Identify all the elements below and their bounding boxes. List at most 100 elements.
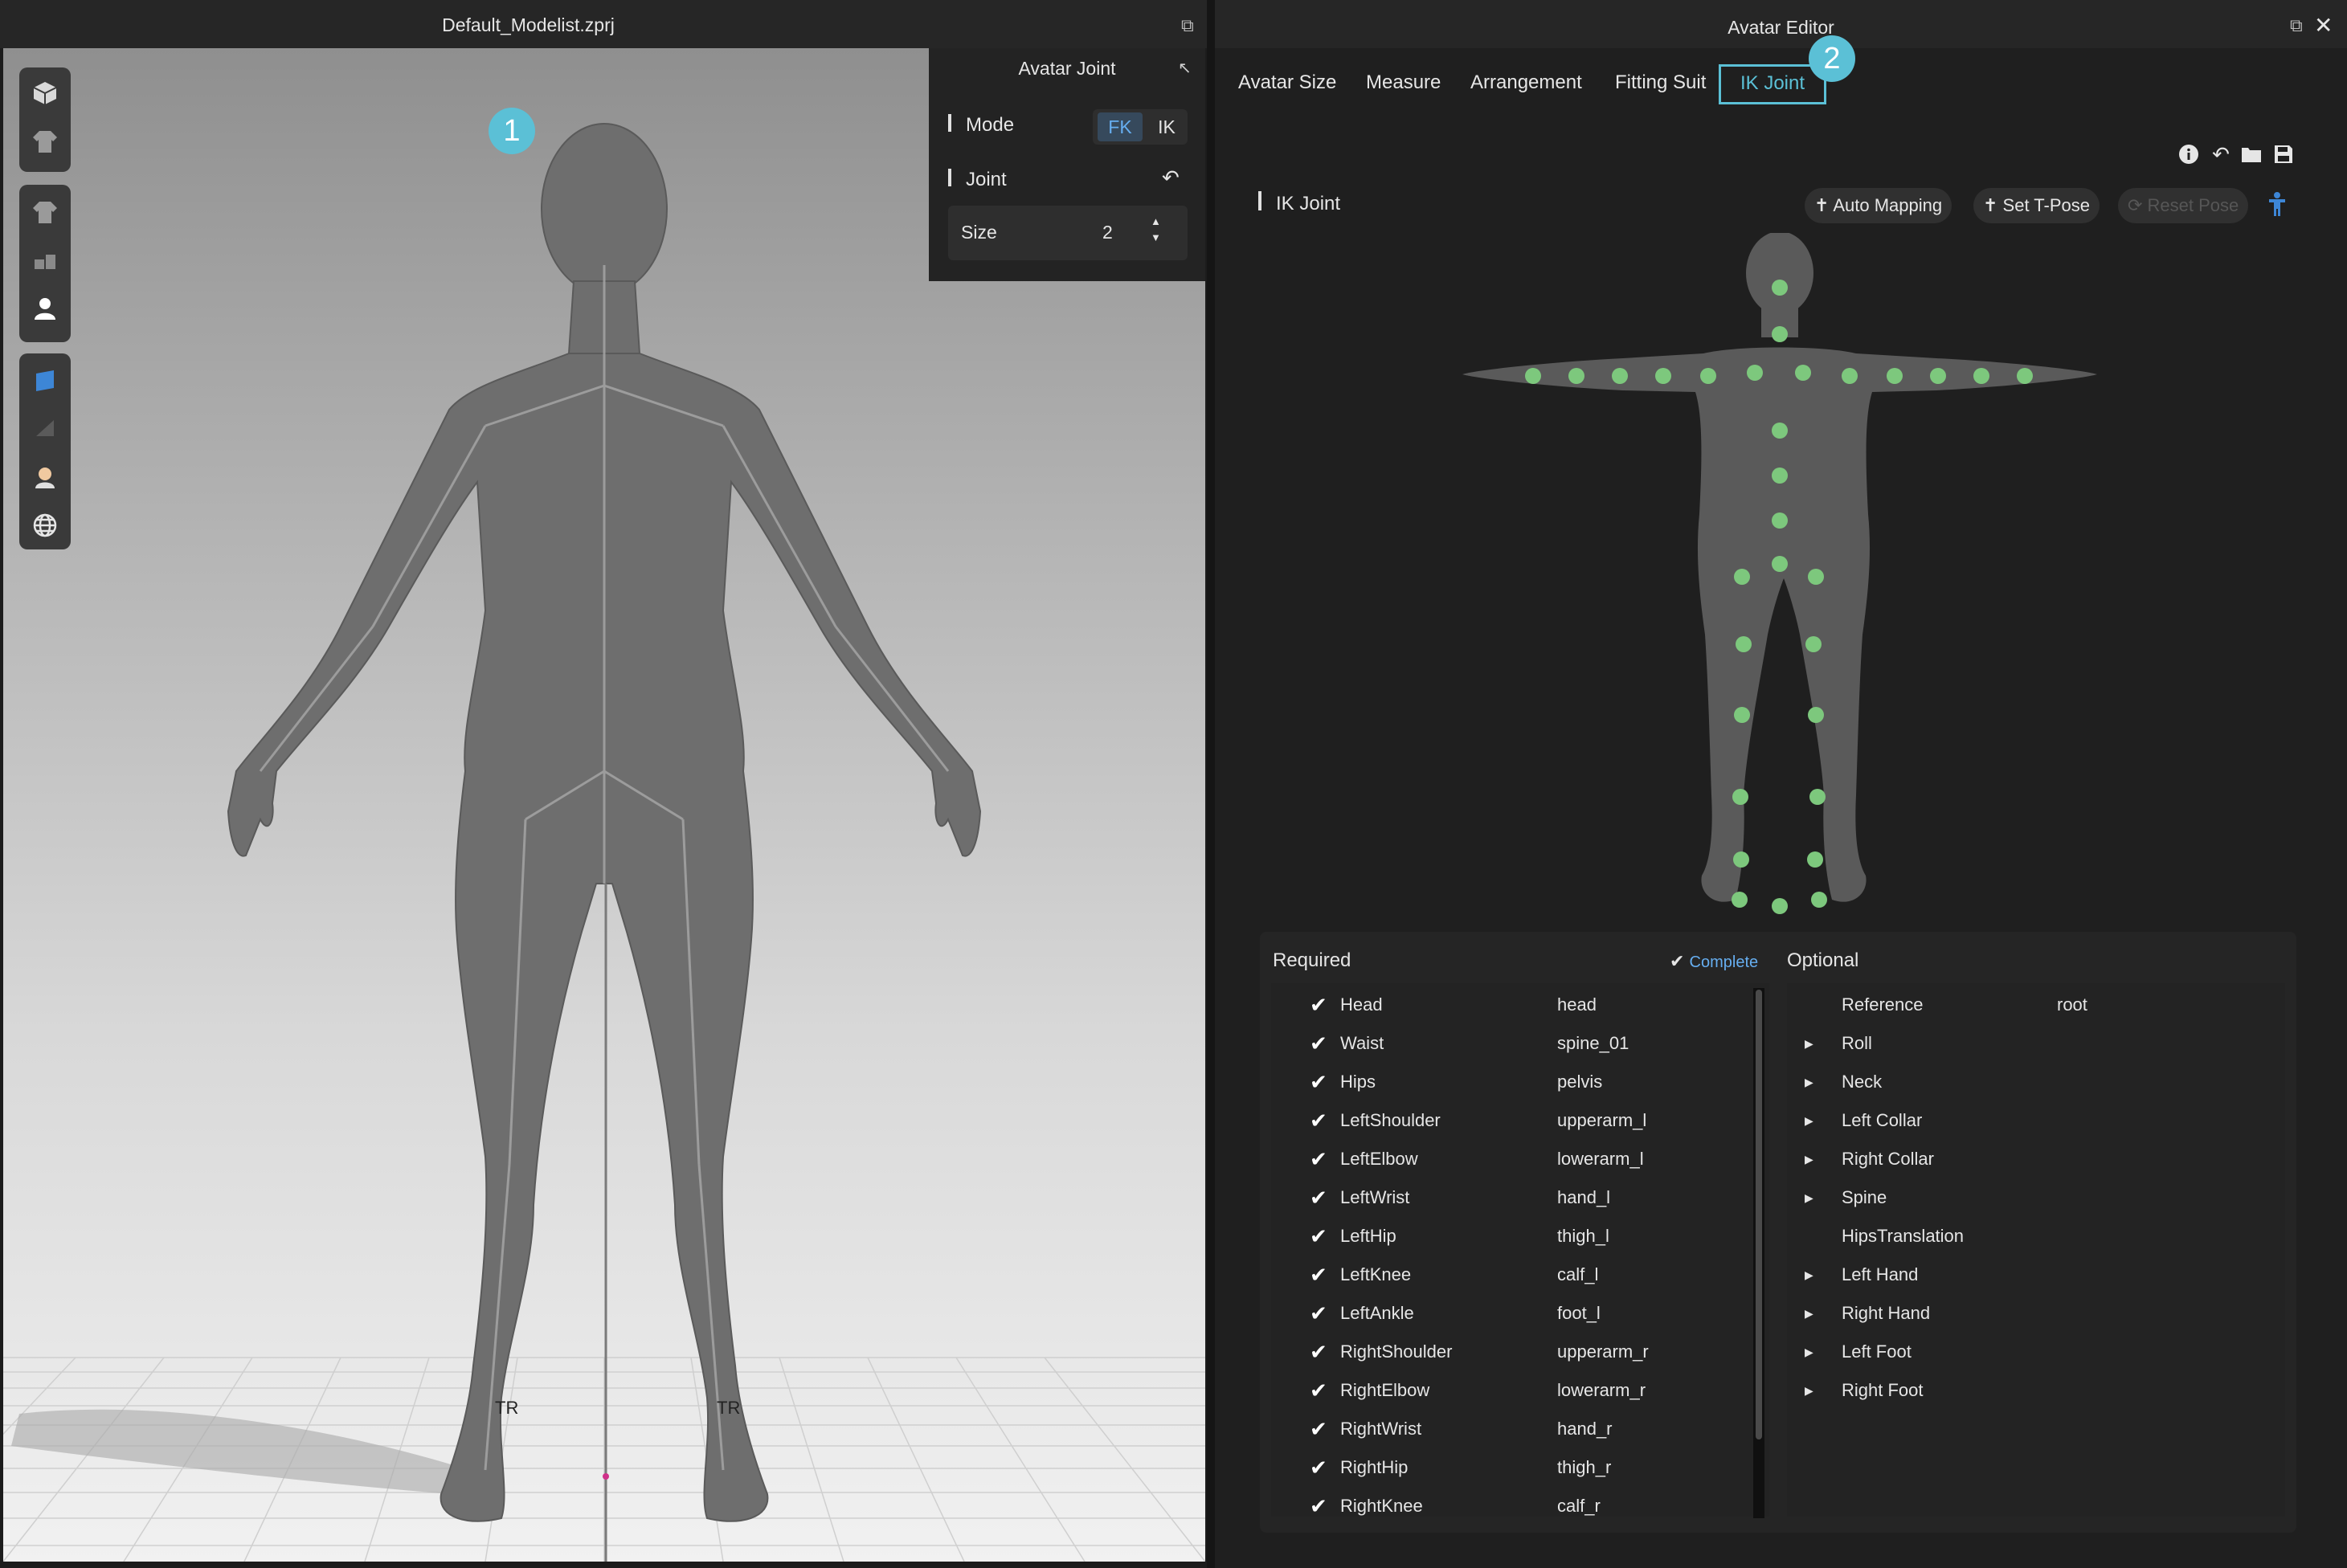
- save-icon[interactable]: [2272, 143, 2295, 165]
- tab-measure[interactable]: Measure: [1366, 64, 1441, 104]
- optional-title: Optional: [1787, 949, 1859, 971]
- texture-icon[interactable]: [27, 411, 63, 447]
- tab-arrangement[interactable]: Arrangement: [1470, 64, 1582, 104]
- check-icon: ✔: [1310, 1494, 1327, 1517]
- avatar-pose-icon[interactable]: [2267, 191, 2287, 221]
- joint-name: RightHip: [1340, 1457, 1409, 1477]
- auto-mapping-label: Auto Mapping: [1833, 195, 1943, 215]
- bone-name: hand_r: [1557, 1419, 1613, 1439]
- set-tpose-label: Set T-Pose: [2002, 195, 2090, 215]
- tool-group-bottom: [19, 353, 71, 549]
- avatar-joint-panel: Avatar Joint ↖ Mode FK IK Joint ↶ Size 2…: [929, 48, 1205, 281]
- right-foot-marker-label: TR: [717, 1398, 740, 1418]
- skin-icon[interactable]: [27, 459, 63, 495]
- check-icon: ✔: [1310, 1417, 1327, 1441]
- joint-name: Right Hand: [1842, 1303, 1931, 1323]
- joint-name: Right Foot: [1842, 1380, 1924, 1400]
- undo-icon[interactable]: ↶: [2210, 142, 2232, 166]
- folder-open-icon[interactable]: [2240, 143, 2263, 165]
- bone-name: thigh_r: [1557, 1457, 1612, 1477]
- tab-ik-joint[interactable]: IK Joint: [1719, 64, 1826, 104]
- avatar-editor-title: Avatar Editor: [1728, 17, 1834, 38]
- globe-icon[interactable]: [27, 508, 63, 543]
- root-marker: [603, 1473, 609, 1480]
- joint-name: RightShoulder: [1340, 1341, 1453, 1362]
- tool-group-middle: [19, 185, 71, 342]
- joint-name: HipsTranslation: [1842, 1226, 1965, 1246]
- joint-name: Waist: [1340, 1033, 1384, 1053]
- expand-arrow-icon[interactable]: ▶: [1805, 1371, 1813, 1410]
- expand-arrow-icon[interactable]: ▶: [1805, 1140, 1813, 1178]
- section-marker: [948, 169, 951, 186]
- close-icon[interactable]: ✕: [2314, 14, 2333, 37]
- expand-arrow-icon[interactable]: ▶: [1805, 1333, 1813, 1371]
- bone-name: root: [2057, 994, 2087, 1015]
- avatar-skeleton: [259, 265, 950, 1471]
- expand-arrow-icon[interactable]: ▶: [1805, 1256, 1813, 1294]
- modelist-title: Default_Modelist.zprj: [442, 14, 615, 35]
- joint-name: LeftHip: [1340, 1226, 1396, 1246]
- restore-window-icon[interactable]: ⧉: [2290, 17, 2303, 35]
- restore-window-icon[interactable]: ⧉: [1181, 17, 1199, 35]
- shirt-icon[interactable]: [27, 194, 63, 230]
- reset-pose-label: Reset Pose: [2147, 195, 2239, 215]
- size-spinner[interactable]: ▲ ▼: [1151, 214, 1161, 246]
- joint-name: RightKnee: [1340, 1496, 1423, 1516]
- bone-name: calf_l: [1557, 1264, 1599, 1284]
- section-marker: [1258, 191, 1261, 210]
- reset-joint-icon[interactable]: ↶: [1162, 165, 1180, 190]
- cube-view-icon[interactable]: [27, 76, 63, 111]
- info-icon[interactable]: [2177, 143, 2200, 165]
- avatar-joint-title: Avatar Joint: [1018, 58, 1116, 79]
- check-icon: ✔: [1310, 1224, 1327, 1248]
- check-icon: ✔: [1310, 1031, 1327, 1056]
- joint-name: RightWrist: [1340, 1419, 1422, 1439]
- check-icon: ✔: [1310, 1263, 1327, 1287]
- joint-name: RightElbow: [1340, 1380, 1430, 1400]
- garment-view-icon[interactable]: [27, 124, 63, 159]
- expand-arrow-icon[interactable]: ▶: [1805, 1101, 1813, 1140]
- ik-joint-map[interactable]: [1462, 231, 2097, 924]
- scrollbar-thumb[interactable]: [1756, 990, 1762, 1439]
- joint-name: LeftKnee: [1340, 1264, 1412, 1284]
- fabric-icon[interactable]: [27, 363, 63, 398]
- joint-name: Head: [1340, 994, 1383, 1015]
- bone-name: lowerarm_l: [1557, 1149, 1644, 1169]
- optional-joint-list[interactable]: Reference root ▶ Roll ▶ Neck ▶ Left Collar ▶…: [1787, 983, 2285, 1517]
- required-title: Required: [1273, 949, 1351, 971]
- joint-name: Left Hand: [1842, 1264, 1919, 1284]
- bone-name: head: [1557, 994, 1597, 1015]
- joint-name: LeftShoulder: [1340, 1110, 1441, 1130]
- tab-avatar-size[interactable]: Avatar Size: [1238, 64, 1336, 104]
- set-tpose-button[interactable]: ✝ Set T-Pose: [1973, 188, 2100, 223]
- size-input[interactable]: 2: [1102, 222, 1113, 243]
- expand-arrow-icon[interactable]: ▶: [1805, 1063, 1813, 1101]
- auto-mapping-button[interactable]: ✝ Auto Mapping: [1805, 188, 1952, 223]
- joint-figure-icon: ✝: [1983, 195, 2003, 215]
- tab-fitting-suit[interactable]: Fitting Suit: [1615, 64, 1706, 104]
- parts-icon[interactable]: [27, 243, 63, 278]
- required-joint-list[interactable]: ✔ Head head ✔ Waist spine_01 ✔ Hips pelvis ✔ Le…: [1271, 983, 1769, 1517]
- joint-name: Neck: [1842, 1072, 1883, 1092]
- reset-pose-button[interactable]: ⟳ Reset Pose: [2118, 188, 2249, 223]
- expand-arrow-icon[interactable]: ▶: [1805, 1024, 1813, 1063]
- reset-icon: ⟳: [2128, 195, 2148, 215]
- joint-figure-icon: ✝: [1814, 195, 1834, 215]
- mode-fk-button[interactable]: FK: [1098, 112, 1143, 141]
- bone-name: pelvis: [1557, 1072, 1603, 1092]
- check-icon: ✔: [1310, 1186, 1327, 1210]
- check-icon: ✔: [1670, 951, 1690, 971]
- bone-name: calf_r: [1557, 1496, 1601, 1516]
- expand-arrow-icon[interactable]: ▶: [1805, 1294, 1813, 1333]
- mode-ik-button[interactable]: IK: [1147, 112, 1186, 141]
- callout-badge-1: 1: [489, 108, 535, 154]
- expand-arrow-icon[interactable]: ▶: [1805, 1178, 1813, 1217]
- joint-name: Roll: [1842, 1033, 1872, 1053]
- required-status-label: Complete: [1689, 953, 1759, 971]
- joint-name: Reference: [1842, 994, 1924, 1015]
- collapse-panel-icon[interactable]: ↖: [1178, 58, 1192, 78]
- avatar-icon[interactable]: [27, 291, 63, 326]
- bone-name: upperarm_l: [1557, 1110, 1647, 1130]
- ik-joint-section-title: IK Joint: [1276, 193, 1341, 214]
- required-status: ✔ Complete: [1670, 951, 1758, 972]
